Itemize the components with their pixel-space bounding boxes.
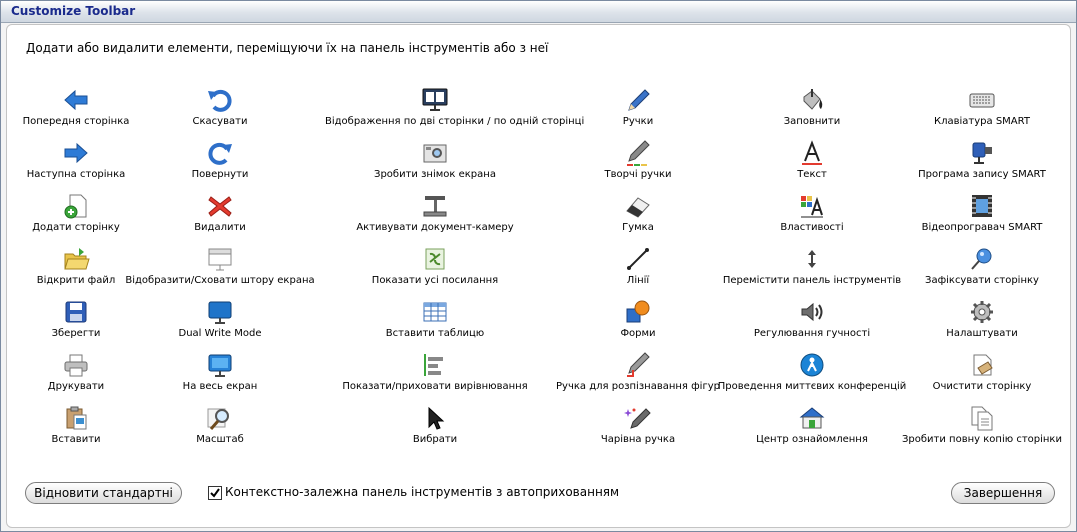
full-screen-icon <box>208 354 232 377</box>
toolbar-item[interactable]: На весь екран <box>110 352 330 396</box>
arrow-left-icon <box>64 89 88 111</box>
text-icon <box>802 140 822 165</box>
toolbar-item-label: Програма запису SMART <box>918 169 1046 180</box>
autohide-checkbox[interactable] <box>208 486 222 500</box>
toolbar-item[interactable]: Повернути <box>110 140 330 184</box>
fill-bucket-icon <box>803 89 823 110</box>
alignment-icon <box>424 354 443 376</box>
toolbar-item-label: Клавіатура SMART <box>934 116 1030 127</box>
toolbar-item[interactable]: Зробити знімок екрана <box>325 140 545 184</box>
customize-toolbar-window: Customize Toolbar Додати або видалити ел… <box>0 0 1077 532</box>
toolbar-item[interactable]: Відображення по дві сторінки / по одній … <box>325 87 585 131</box>
toolbar-item-label: Налаштувати <box>946 328 1018 339</box>
autohide-checkbox-label: Контекстно-залежна панель інструментів з… <box>225 485 620 499</box>
dual-page-icon <box>422 88 448 111</box>
shapes-icon <box>626 300 650 323</box>
window-title: Customize Toolbar <box>11 4 136 18</box>
toolbar-item-label: Показати усі посилання <box>371 275 499 286</box>
toolbar-item[interactable]: Видалити <box>110 193 330 237</box>
magic-pen-icon <box>624 408 651 429</box>
arrow-right-icon <box>64 142 88 164</box>
volume-icon <box>801 302 823 322</box>
toolbar-item[interactable]: Вибрати <box>325 405 545 449</box>
toolbar-item[interactable]: Налаштувати <box>872 299 1077 343</box>
print-icon <box>64 354 88 377</box>
add-page-icon <box>64 194 87 219</box>
toolbar-item[interactable]: Відеопрогравач SMART <box>872 193 1077 237</box>
pen-icon <box>628 89 650 111</box>
checkmark-icon <box>210 488 220 498</box>
toolbar-item-label: Видалити <box>194 222 246 233</box>
insert-table-icon <box>423 302 447 322</box>
toolbar-item-label: Скасувати <box>192 116 248 127</box>
toolbar-item[interactable]: Відобразити/Сховати штору екрана <box>110 246 330 290</box>
toolbar-item[interactable]: Вставити таблицю <box>325 299 545 343</box>
toolbar-item-label: Зафіксувати сторінку <box>925 275 1039 286</box>
clear-page-icon <box>973 354 993 376</box>
document-camera-icon <box>423 196 447 217</box>
save-icon <box>65 301 87 323</box>
instruction-text: Додати або видалити елементи, переміщуюч… <box>26 41 549 55</box>
screen-capture-icon <box>423 144 447 163</box>
toolbar-item-label: Dual Write Mode <box>178 328 262 339</box>
recorder-icon <box>972 142 992 164</box>
toolbar-item-label: Відобразити/Сховати штору екрана <box>125 275 315 286</box>
toolbar-item[interactable]: Активувати документ-камеру <box>325 193 545 237</box>
toolbar-item-label: Показати/приховати вирівнювання <box>342 381 528 392</box>
toolbar-item[interactable]: Зробити повну копію сторінки <box>872 405 1077 449</box>
show-links-icon <box>425 248 445 270</box>
welcome-center-icon <box>799 407 825 429</box>
restore-defaults-button[interactable]: Відновити стандартні <box>25 482 182 504</box>
toolbar-item[interactable]: Очистити сторінку <box>872 352 1077 396</box>
eraser-icon <box>626 197 650 218</box>
zoom-icon <box>207 408 229 430</box>
paste-icon <box>66 406 87 430</box>
video-player-icon <box>972 195 992 217</box>
toolbar-item-label: Зробити повну копію сторінки <box>902 434 1062 445</box>
toolbar-item-label: Очистити сторінку <box>932 381 1032 392</box>
gear-icon <box>971 301 993 323</box>
toolbar-item-label: На весь екран <box>182 381 258 392</box>
done-button[interactable]: Завершення <box>951 482 1055 504</box>
toolbar-item-label: Відображення по дві сторінки / по одній … <box>325 116 585 127</box>
toolbar-item-label: Відеопрогравач SMART <box>921 222 1043 233</box>
toolbar-item[interactable]: Масштаб <box>110 405 330 449</box>
pin-page-icon <box>971 248 992 270</box>
move-toolbar-icon <box>808 250 816 268</box>
toolbar-item[interactable]: Зафіксувати сторінку <box>872 246 1077 290</box>
dual-write-icon <box>208 301 232 324</box>
toolbar-item[interactable]: Показати/приховати вирівнювання <box>325 352 545 396</box>
toolbar-item[interactable]: Dual Write Mode <box>110 299 330 343</box>
conference-icon <box>800 353 824 377</box>
toolbar-item-label: Зробити знімок екрана <box>374 169 496 180</box>
select-arrow-icon <box>428 406 445 430</box>
clone-page-icon <box>971 406 993 431</box>
keyboard-icon <box>969 93 995 108</box>
toolbar-item-label: Повернути <box>191 169 249 180</box>
toolbar-item[interactable]: Показати усі посилання <box>325 246 545 290</box>
undo-icon <box>208 89 232 112</box>
toolbar-item-label: Вибрати <box>412 434 458 445</box>
toolbar-item-label: Активувати документ-камеру <box>356 222 514 233</box>
toolbar-item-label: Вставити таблицю <box>385 328 485 339</box>
properties-icon <box>801 196 823 218</box>
delete-icon <box>208 196 232 217</box>
open-folder-icon <box>64 248 90 270</box>
line-icon <box>627 248 649 270</box>
shape-pen-icon <box>627 352 650 377</box>
toolbar-item-label: Масштаб <box>196 434 244 445</box>
redo-icon <box>208 142 232 165</box>
creative-pen-icon <box>627 140 650 166</box>
toolbar-item[interactable]: Програма запису SMART <box>872 140 1077 184</box>
title-bar[interactable]: Customize Toolbar <box>1 1 1076 23</box>
toolbar-item[interactable]: Клавіатура SMART <box>872 87 1077 131</box>
toolbar-item[interactable]: Скасувати <box>110 87 330 131</box>
screen-shade-icon <box>208 248 232 271</box>
